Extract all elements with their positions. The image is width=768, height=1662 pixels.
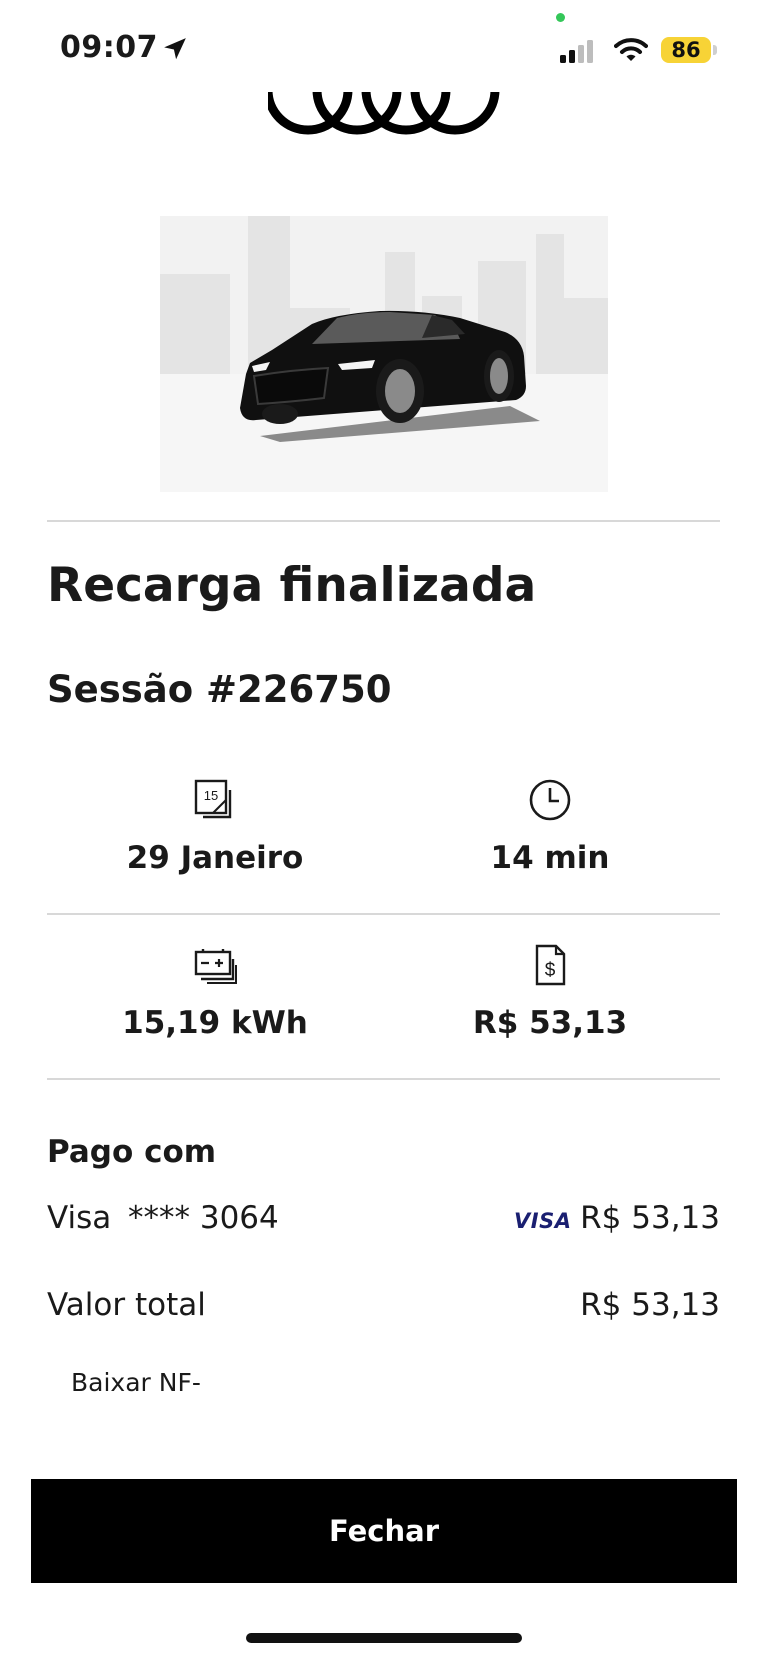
visa-logo: VISA (514, 1209, 572, 1233)
battery-cap (713, 45, 717, 55)
duration-value: 14 min (490, 840, 610, 876)
brand-rings-logo (268, 80, 500, 135)
payment-method: Visa (47, 1200, 112, 1236)
total-label: Valor total (47, 1287, 206, 1323)
status-time: 09:07 (60, 30, 158, 65)
close-button[interactable]: Fechar (31, 1479, 737, 1583)
battery-level: 86 (661, 37, 711, 63)
home-indicator[interactable] (246, 1633, 522, 1643)
svg-text:$: $ (545, 960, 556, 981)
stat-cost: $ R$ 53,13 (390, 943, 710, 1041)
divider (47, 1078, 720, 1080)
payment-amount: R$ 53,13 (580, 1200, 720, 1236)
payment-heading: Pago com (47, 1134, 217, 1170)
session-number: Sessão #226750 (47, 668, 392, 711)
download-invoice-link[interactable]: Baixar NF- (71, 1368, 201, 1397)
divider (47, 520, 720, 522)
stat-duration: 14 min (390, 778, 710, 876)
stat-energy: 15,19 kWh (55, 943, 375, 1041)
calendar-icon: 15 (194, 779, 232, 819)
cellular-signal-icon (560, 40, 593, 63)
stat-date: 15 29 Janeiro (55, 778, 375, 876)
battery-charge-icon (194, 949, 237, 984)
clock-icon (529, 779, 571, 821)
svg-text:15: 15 (204, 788, 218, 803)
date-value: 29 Janeiro (126, 840, 304, 876)
card-number-masked: **** 3064 (128, 1200, 279, 1236)
invoice-dollar-icon: $ (535, 944, 566, 986)
page-title: Recarga finalizada (47, 558, 537, 613)
location-arrow-icon (164, 38, 186, 60)
cost-value: R$ 53,13 (472, 1005, 628, 1041)
divider (47, 913, 720, 915)
energy-value: 15,19 kWh (122, 1005, 308, 1041)
total-value: R$ 53,13 (580, 1287, 720, 1323)
privacy-indicator-dot (556, 13, 565, 22)
vehicle-image (160, 216, 608, 492)
wifi-icon (614, 38, 648, 61)
car-illustration (160, 216, 608, 492)
